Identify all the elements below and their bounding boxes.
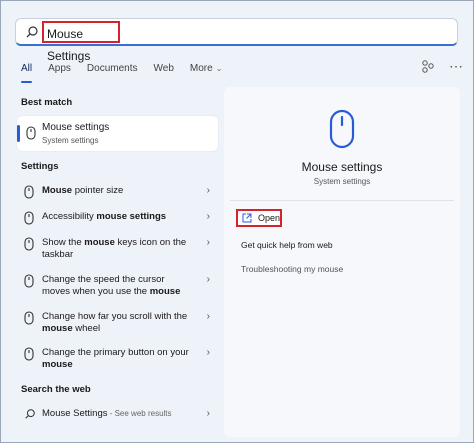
mouse-icon bbox=[24, 185, 34, 199]
chevron-right-icon: › bbox=[206, 185, 210, 196]
chevron-right-icon: › bbox=[206, 408, 210, 419]
open-button-label: Open bbox=[257, 213, 280, 223]
web-result-label: Mouse Settings - See web results bbox=[42, 408, 172, 419]
search-icon bbox=[26, 26, 38, 38]
mouse-icon bbox=[24, 274, 34, 288]
search-icon bbox=[25, 409, 35, 419]
chevron-down-icon: ⌄ bbox=[215, 63, 223, 73]
tab-apps[interactable]: Apps bbox=[48, 63, 71, 74]
tab-all[interactable]: All bbox=[21, 63, 33, 83]
panel-title: Mouse settings bbox=[301, 160, 383, 174]
chevron-right-icon: › bbox=[206, 211, 210, 222]
settings-heading: Settings bbox=[21, 161, 59, 172]
settings-item-label: Mouse pointer size bbox=[42, 185, 124, 196]
settings-item-label: Accessibility mouse settings bbox=[42, 211, 167, 222]
tab-web[interactable]: Web bbox=[154, 63, 174, 74]
mouse-icon bbox=[26, 126, 36, 140]
best-match-subtitle: System settings bbox=[42, 136, 99, 145]
tab-more-label: More bbox=[189, 62, 213, 74]
search-input[interactable]: Mouse Settings bbox=[42, 21, 120, 63]
filter-tabs: All Apps Documents Web More ⌄ bbox=[21, 59, 238, 83]
best-match-heading: Best match bbox=[21, 97, 73, 108]
troubleshoot-link[interactable]: Troubleshooting my mouse bbox=[241, 264, 343, 274]
tab-documents[interactable]: Documents bbox=[87, 63, 138, 74]
settings-item-label: Change the speed the cursor moves when y… bbox=[42, 274, 181, 297]
mouse-icon bbox=[24, 237, 34, 251]
quick-help-link[interactable]: Get quick help from web bbox=[241, 240, 333, 250]
more-options-icon[interactable]: ⋯ bbox=[449, 58, 464, 75]
search-box[interactable]: Mouse Settings bbox=[15, 18, 458, 63]
best-match-title: Mouse settings bbox=[42, 122, 110, 133]
tab-more[interactable]: More ⌄ bbox=[190, 63, 223, 74]
mouse-icon bbox=[24, 311, 34, 325]
search-web-heading: Search the web bbox=[21, 384, 91, 395]
chevron-right-icon: › bbox=[206, 237, 210, 248]
divider bbox=[230, 200, 454, 201]
settings-item-label: Change how far you scroll with the mouse… bbox=[42, 311, 188, 334]
settings-item-label: Show the mouse keys icon on the taskbar bbox=[42, 237, 187, 260]
chevron-right-icon: › bbox=[206, 311, 210, 322]
mouse-icon bbox=[24, 211, 34, 225]
settings-item-label: Change the primary button on your mouse bbox=[42, 347, 189, 370]
best-match-item[interactable]: Mouse settings System settings bbox=[17, 116, 218, 151]
open-button[interactable]: Open bbox=[236, 209, 282, 227]
panel-subtitle: System settings bbox=[313, 177, 371, 186]
open-external-icon bbox=[242, 213, 252, 223]
network-icon[interactable] bbox=[421, 59, 435, 73]
chevron-right-icon: › bbox=[206, 274, 210, 285]
mouse-icon bbox=[329, 109, 355, 149]
mouse-icon bbox=[24, 347, 34, 361]
preview-panel: Mouse settings System settings Open Get … bbox=[224, 87, 460, 437]
chevron-right-icon: › bbox=[206, 347, 210, 358]
search-window: Mouse Settings All Apps Documents Web Mo… bbox=[0, 0, 474, 443]
